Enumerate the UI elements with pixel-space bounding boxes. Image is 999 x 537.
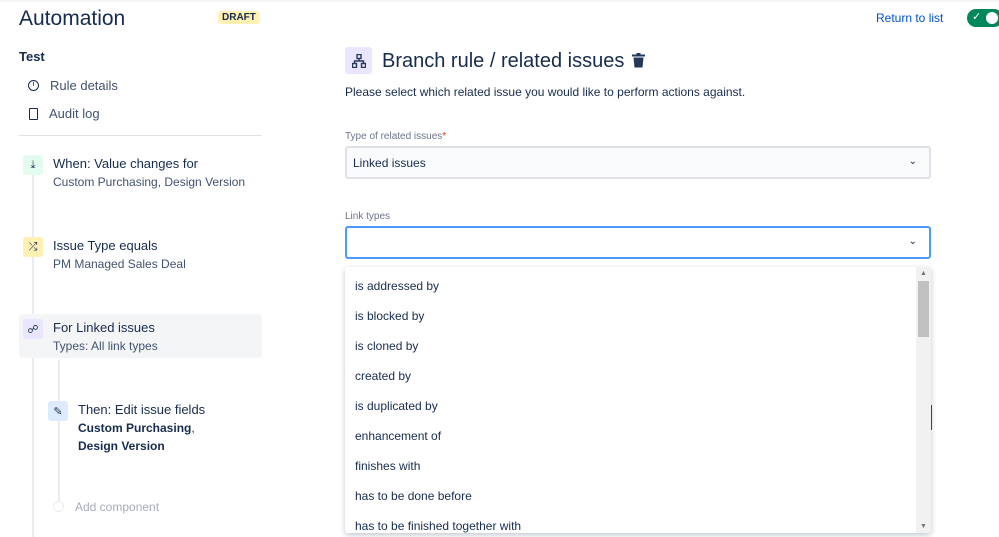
step-title: For Linked issues xyxy=(53,320,155,335)
chevron-down-icon: ⌄ xyxy=(908,156,917,167)
step-condition[interactable]: ⤮ Issue Type equals PM Managed Sales Dea… xyxy=(23,237,186,273)
link-types-label: Link types xyxy=(345,211,391,222)
field-name: Custom Purchasing xyxy=(78,421,192,435)
menu-option[interactable]: enhancement of xyxy=(345,417,931,447)
step-subtitle: Custom Purchasing, Design Version xyxy=(53,175,246,189)
add-circle-icon xyxy=(53,501,64,512)
branch-icon xyxy=(345,47,372,74)
scrollbar-thumb[interactable] xyxy=(918,281,929,337)
nav-audit-log[interactable]: Audit log xyxy=(28,106,100,121)
document-icon xyxy=(29,107,38,120)
menu-option[interactable]: created by xyxy=(345,357,931,387)
shuffle-icon: ⤮ xyxy=(23,237,43,257)
divider xyxy=(19,135,262,136)
step-branch[interactable]: ☍ For Linked issues Types: All link type… xyxy=(23,319,158,355)
toggle-knob xyxy=(986,12,998,24)
step-title: Issue Type equals xyxy=(53,238,158,253)
field-name: Design Version xyxy=(78,439,165,453)
step-subtitle: Types: All link types xyxy=(53,339,158,353)
pencil-icon: ✎ xyxy=(48,401,68,421)
delete-button[interactable] xyxy=(632,53,645,73)
scroll-up-icon[interactable]: ▲ xyxy=(920,270,927,277)
rule-name: Test xyxy=(19,49,45,64)
trash-icon xyxy=(632,53,645,68)
add-component-button[interactable]: Add component xyxy=(75,500,159,514)
rule-enabled-toggle[interactable]: ✓ xyxy=(967,9,999,27)
nav-label: Audit log xyxy=(49,106,100,121)
menu-option[interactable]: finishes with xyxy=(345,447,931,477)
top-border xyxy=(0,0,999,2)
scrollbar[interactable]: ▲ ▼ xyxy=(916,267,931,533)
page-title: Branch rule / related issues xyxy=(382,50,625,72)
description: Please select which related issue you wo… xyxy=(345,85,746,99)
type-label: Type of related issues* xyxy=(345,131,447,142)
return-to-list-link[interactable]: Return to list xyxy=(876,11,943,25)
draft-badge: DRAFT xyxy=(218,11,260,24)
link-types-menu: is addressed by is blocked by is cloned … xyxy=(345,267,931,533)
menu-option[interactable]: is addressed by xyxy=(345,267,931,297)
nav-rule-details[interactable]: i Rule details xyxy=(28,78,118,93)
type-select[interactable]: Linked issues ⌄ xyxy=(345,146,931,179)
nav-label: Rule details xyxy=(50,78,118,93)
check-icon: ✓ xyxy=(972,11,982,23)
select-value: Linked issues xyxy=(353,156,426,170)
branch-icon: ☍ xyxy=(23,319,43,339)
menu-option[interactable]: is cloned by xyxy=(345,327,931,357)
app-title: Automation xyxy=(19,7,126,30)
menu-option[interactable]: is duplicated by xyxy=(345,387,931,417)
scroll-down-icon[interactable]: ▼ xyxy=(920,523,927,530)
step-title: When: Value changes for xyxy=(53,156,199,171)
menu-option[interactable]: has to be done before xyxy=(345,477,931,507)
menu-option[interactable]: is blocked by xyxy=(345,297,931,327)
trigger-icon: ⤓ xyxy=(23,155,43,175)
link-types-select[interactable]: ⌄ xyxy=(345,226,931,259)
separator: , xyxy=(191,421,195,435)
step-trigger[interactable]: ⤓ When: Value changes for Custom Purchas… xyxy=(23,155,245,191)
menu-option[interactable]: has to be finished together with xyxy=(345,507,931,533)
step-subtitle: PM Managed Sales Deal xyxy=(53,257,186,271)
step-action[interactable]: ✎ Then: Edit issue fields Custom Purchas… xyxy=(48,401,248,455)
info-icon: i xyxy=(28,80,39,91)
step-title: Then: Edit issue fields xyxy=(78,402,206,417)
chevron-down-icon: ⌄ xyxy=(908,236,917,247)
